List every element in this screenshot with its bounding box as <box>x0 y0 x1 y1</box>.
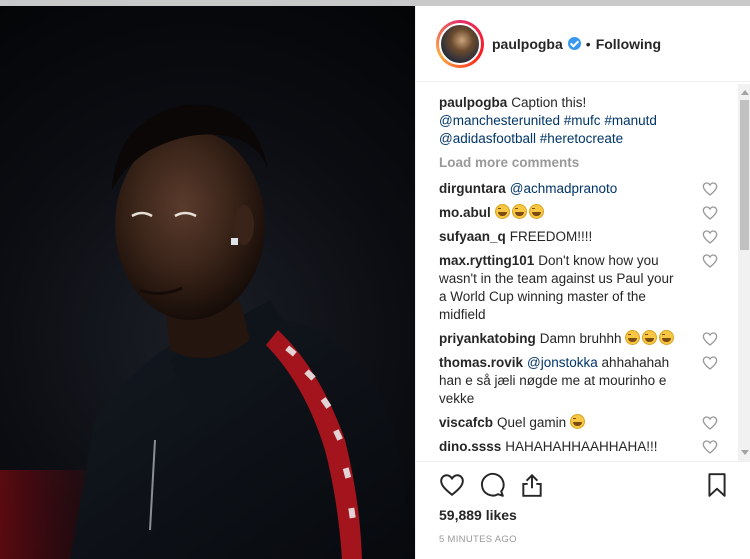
caption-username[interactable]: paulpogba <box>439 95 507 110</box>
caption-tag[interactable]: @manchesterunited <box>439 113 560 128</box>
comment-row: dirguntara @achmadpranoto <box>439 180 718 198</box>
action-bar: 59,889 likes 5 MINUTES AGO <box>416 461 750 559</box>
laughing-emoji-icon <box>511 204 527 219</box>
comment-body: HAHAHAHHAAHHAHA!!! <box>505 439 658 454</box>
post-timestamp[interactable]: 5 MINUTES AGO <box>439 534 517 545</box>
comment-like-heart-icon[interactable] <box>702 439 718 455</box>
comment-body: Damn bruhhh <box>539 331 622 346</box>
comment-like-heart-icon[interactable] <box>702 415 718 431</box>
comment-text-block: thomas.rovik @jonstokka ahhahahah han e s… <box>439 354 684 408</box>
comment-like-heart-icon[interactable] <box>702 355 718 371</box>
comment-username[interactable]: sufyaan_q <box>439 229 506 244</box>
comment-mention[interactable]: @achmadpranoto <box>510 181 618 196</box>
instagram-post: paulpogba • Following paulpogba Caption t… <box>0 0 750 559</box>
comment-text-block: dino.ssss HAHAHAHHAAHHAHA!!! <box>439 438 684 456</box>
laughing-emoji-icon <box>659 330 675 345</box>
comment-username[interactable]: dirguntara <box>439 181 506 196</box>
comment-text-block: max.rytting101 Don't know how you wasn't … <box>439 252 684 324</box>
story-ring[interactable] <box>436 19 484 68</box>
laughing-emoji-icon <box>625 330 641 345</box>
comment-body: FREEDOM!!!! <box>509 229 593 244</box>
avatar[interactable] <box>439 22 481 65</box>
likes-count[interactable]: 59,889 likes <box>439 507 517 523</box>
like-heart-icon[interactable] <box>439 472 465 498</box>
comment-username[interactable]: mo.abul <box>439 205 491 220</box>
separator-dot: • <box>585 35 591 52</box>
comment-username[interactable]: max.rytting101 <box>439 253 534 268</box>
comment-text-block: dirguntara @achmadpranoto <box>439 180 684 198</box>
comment-text-block: mo.abul <box>439 204 684 222</box>
comment-like-heart-icon[interactable] <box>702 331 718 347</box>
scroll-down-arrow-icon[interactable] <box>741 450 749 455</box>
laughing-emoji-icon <box>494 204 510 219</box>
photo-illustration <box>0 104 415 559</box>
comment-row: priyankatobing Damn bruhhh <box>439 330 718 348</box>
verified-badge-icon <box>567 37 581 50</box>
caption-tag[interactable]: @adidasfootball <box>439 131 536 146</box>
comment-like-heart-icon[interactable] <box>702 253 718 269</box>
comment-text-block: sufyaan_q FREEDOM!!!! <box>439 228 684 246</box>
comment-like-heart-icon[interactable] <box>702 229 718 245</box>
comment-row: thomas.rovik @jonstokka ahhahahah han e s… <box>439 354 718 408</box>
comment-row: mo.abul <box>439 204 718 222</box>
post-header: paulpogba • Following <box>416 6 750 82</box>
bookmark-icon[interactable] <box>704 472 730 498</box>
load-more-comments[interactable]: Load more comments <box>439 154 716 172</box>
laughing-emoji-icon <box>569 414 585 429</box>
scroll-thumb[interactable] <box>740 100 749 250</box>
comment-text-block: viscafcb Quel gamin <box>439 414 684 432</box>
laughing-emoji-icon <box>642 330 658 345</box>
comment-username[interactable]: thomas.rovik <box>439 355 523 370</box>
comment-row: sufyaan_q FREEDOM!!!! <box>439 228 718 246</box>
share-icon[interactable] <box>519 472 545 498</box>
comments-scrollbar[interactable] <box>738 84 750 461</box>
comment-body: Quel gamin <box>497 415 567 430</box>
comment-username[interactable]: priyankatobing <box>439 331 536 346</box>
comment-username[interactable]: dino.ssss <box>439 439 501 454</box>
comment-icon[interactable] <box>479 472 505 498</box>
comment-mention[interactable]: @jonstokka <box>527 355 598 370</box>
caption-text: Caption this! <box>511 95 587 110</box>
header-username[interactable]: paulpogba <box>492 36 563 52</box>
post-side-panel: paulpogba • Following paulpogba Caption t… <box>415 0 750 559</box>
comment-username[interactable]: viscafcb <box>439 415 493 430</box>
caption-tag[interactable]: #manutd <box>604 113 657 128</box>
comment-like-heart-icon[interactable] <box>702 205 718 221</box>
comment-text-block: priyankatobing Damn bruhhh <box>439 330 684 348</box>
comments-list[interactable]: paulpogba Caption this! @manchesterunited… <box>416 84 738 461</box>
caption-tag[interactable]: #mufc <box>564 113 601 128</box>
browser-top-strip <box>0 0 750 6</box>
following-button[interactable]: Following <box>596 36 661 52</box>
scroll-up-arrow-icon[interactable] <box>741 90 749 95</box>
comment-like-heart-icon[interactable] <box>702 181 718 197</box>
post-photo[interactable] <box>0 0 415 559</box>
comment-row: max.rytting101 Don't know how you wasn't … <box>439 252 718 324</box>
comment-rows: dirguntara @achmadpranoto mo.abul sufyaan_q… <box>439 180 718 456</box>
laughing-emoji-icon <box>528 204 544 219</box>
comment-row: viscafcb Quel gamin <box>439 414 718 432</box>
caption: paulpogba Caption this! @manchesterunited… <box>439 94 716 148</box>
caption-tag[interactable]: #heretocreate <box>540 131 623 146</box>
comment-row: dino.ssss HAHAHAHHAAHHAHA!!! <box>439 438 718 456</box>
